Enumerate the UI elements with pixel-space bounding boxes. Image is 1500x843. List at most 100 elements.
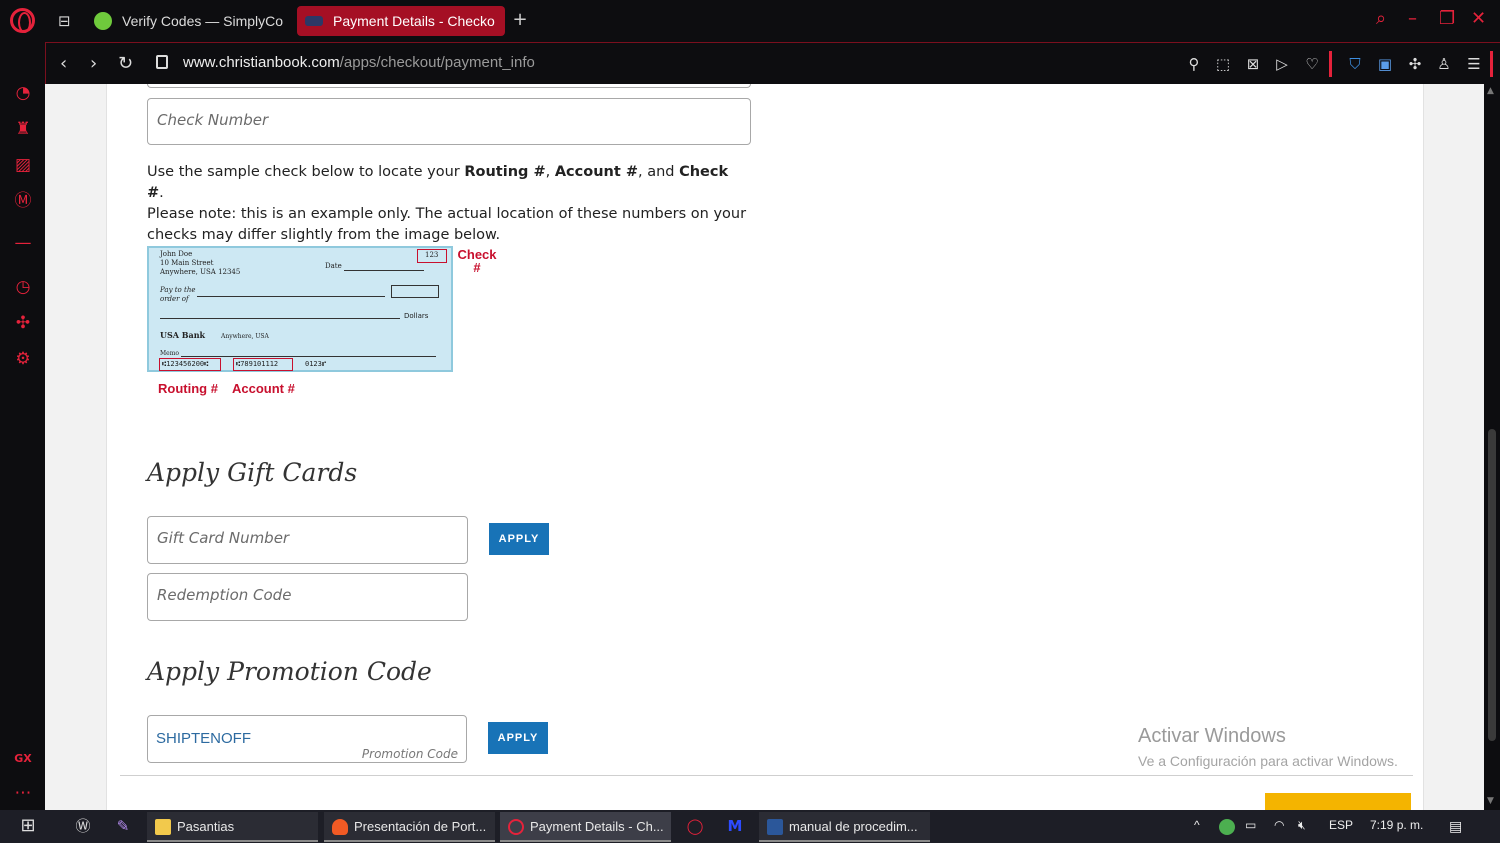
check-city: Anywhere, USA 12345: [160, 268, 241, 276]
taskbar-app-word[interactable]: manual de procedim...: [759, 812, 930, 842]
page-scrollbar[interactable]: ▲ ▼: [1484, 84, 1500, 810]
gift-card-placeholder: Gift Card Number: [157, 529, 290, 547]
url-domain: www.christianbook.com: [183, 54, 340, 71]
check-micr-digits: 0123⑈: [305, 360, 327, 368]
tab-label: Verify Codes — SimplyCo: [122, 13, 284, 29]
tray-expand-icon[interactable]: ^: [1194, 818, 1200, 832]
extensions-icon[interactable]: ✣: [12, 312, 34, 334]
gift-cards-heading: Apply Gift Cards: [147, 458, 358, 487]
restore-icon[interactable]: ❐: [1439, 8, 1455, 29]
wordpress-icon[interactable]: Ⓦ: [73, 816, 93, 836]
back-icon[interactable]: ‹: [60, 53, 67, 74]
page-viewport: Check Number Use the sample check below …: [45, 84, 1484, 810]
scrollbar-thumb[interactable]: [1488, 429, 1496, 741]
previous-field[interactable]: [147, 84, 751, 88]
simplycodes-favicon-icon: [94, 12, 112, 30]
profile-icon[interactable]: ♙: [1435, 55, 1453, 73]
check-date-label: Date: [325, 262, 342, 270]
snapshot-icon[interactable]: ⬚: [1214, 55, 1232, 73]
windows-taskbar: ⊞ Ⓦ ✎ Pasantias Presentación de Port... …: [0, 810, 1500, 843]
taskbar-app-pasantias[interactable]: Pasantias: [147, 812, 318, 842]
promotion-heading: Apply Promotion Code: [147, 657, 432, 686]
memo-line: [181, 356, 436, 357]
close-window-icon[interactable]: ✕: [1471, 8, 1486, 29]
christianbook-favicon-icon: [305, 16, 323, 26]
notifications-icon[interactable]: ▤: [1449, 818, 1462, 835]
wifi-icon[interactable]: ◠: [1274, 818, 1284, 832]
gx-control-icon[interactable]: ◔: [12, 82, 34, 104]
vpn-shield-icon[interactable]: ⛉: [1346, 55, 1364, 73]
tab-verify-codes[interactable]: Verify Codes — SimplyCo: [86, 6, 292, 36]
messenger-icon[interactable]: Ⓜ: [12, 190, 34, 212]
activate-windows-subtitle: Ve a Configuración para activar Windows.: [1138, 753, 1398, 769]
brave-icon: [332, 819, 348, 835]
check-hash-label: Check #: [457, 247, 497, 275]
reload-icon[interactable]: ↻: [118, 53, 133, 74]
amount-box: [391, 285, 439, 298]
gx-corner-icon[interactable]: ♜: [12, 118, 34, 140]
check-street: 10 Main Street: [160, 259, 214, 267]
history-icon[interactable]: ◷: [12, 276, 34, 298]
opera-gx-icon[interactable]: ◯: [685, 816, 705, 836]
opera-menu-icon[interactable]: [10, 8, 35, 33]
translate-icon[interactable]: ▣: [1376, 55, 1394, 73]
account-hash-label: Account #: [232, 381, 295, 396]
check-number-placeholder: Check Number: [157, 111, 269, 129]
tab-payment-details[interactable]: Payment Details - Checko: [297, 6, 505, 36]
settings-gear-icon[interactable]: ⚙: [12, 348, 34, 370]
redemption-code-input[interactable]: Redemption Code: [147, 573, 468, 621]
toolbar-edge: [1490, 51, 1493, 77]
mega-icon[interactable]: M: [725, 816, 745, 836]
check-number-input[interactable]: Check Number: [147, 98, 751, 145]
browser-sidebar: ◔ ♜ ▨ Ⓜ — ◷ ✣ ⚙ GX ⋯: [0, 42, 45, 810]
toolbar-separator: [1329, 51, 1332, 77]
forward-icon[interactable]: ›: [90, 53, 97, 74]
date-line: [344, 270, 424, 271]
bookmark-heart-icon[interactable]: ♡: [1303, 55, 1321, 73]
payee-line: [197, 296, 385, 297]
dollars-line: [160, 318, 400, 319]
more-options-icon[interactable]: ⋯: [12, 782, 34, 804]
url-field[interactable]: www.christianbook.com/apps/checkout/paym…: [183, 54, 535, 71]
sidebar-divider: —: [14, 233, 32, 253]
lock-icon[interactable]: [156, 55, 168, 69]
extensions-puzzle-icon[interactable]: ✣: [1406, 55, 1424, 73]
promotion-code-input[interactable]: SHIPTENOFF Promotion Code: [147, 715, 467, 763]
apply-gift-card-button[interactable]: APPLY: [489, 523, 549, 555]
battery-icon[interactable]: ▭: [1245, 818, 1256, 832]
pin-icon[interactable]: ⚲: [1185, 55, 1203, 73]
send-icon[interactable]: ▷: [1273, 55, 1291, 73]
block-ads-icon[interactable]: ⊠: [1244, 55, 1262, 73]
language-indicator[interactable]: ESP: [1329, 818, 1353, 832]
tab-label: Payment Details - Checko: [333, 13, 495, 29]
scroll-down-icon[interactable]: ▼: [1487, 796, 1494, 806]
start-icon[interactable]: ⊞: [18, 816, 38, 836]
promotion-code-value: SHIPTENOFF: [156, 730, 252, 747]
twitch-icon[interactable]: ▨: [12, 154, 34, 176]
gift-card-number-input[interactable]: Gift Card Number: [147, 516, 468, 564]
minimize-icon[interactable]: –: [1408, 8, 1417, 29]
check-memo-label: Memo: [160, 350, 179, 357]
activate-windows-title: Activar Windows: [1138, 725, 1286, 747]
taskbar-app-brave[interactable]: Presentación de Port...: [324, 812, 495, 842]
browser-tab-bar: ⊟ Verify Codes — SimplyCo Payment Detail…: [0, 0, 1500, 42]
chrome-tray-icon[interactable]: [1219, 819, 1235, 835]
sample-check-image: John Doe 10 Main Street Anywhere, USA 12…: [147, 246, 453, 372]
checkout-content: Check Number Use the sample check below …: [106, 84, 1424, 810]
volume-muted-icon[interactable]: 🔇︎: [1298, 818, 1306, 833]
check-dollars-label: Dollars: [404, 312, 429, 320]
check-bank-name: USA Bank: [160, 330, 206, 340]
feather-icon[interactable]: ✎: [113, 816, 133, 836]
taskbar-app-opera[interactable]: Payment Details - Ch...: [500, 812, 671, 842]
search-tabs-icon[interactable]: ⌕: [1376, 8, 1386, 29]
new-tab-button[interactable]: +: [510, 10, 530, 30]
check-number-digits: 123: [425, 251, 439, 259]
easy-setup-icon[interactable]: ☰: [1465, 55, 1483, 73]
clock[interactable]: 7:19 p. m.: [1370, 818, 1423, 832]
apply-promotion-button[interactable]: APPLY: [488, 722, 548, 754]
address-bar-row: ‹ › ↻ www.christianbook.com/apps/checkou…: [45, 42, 1500, 84]
scroll-up-icon[interactable]: ▲: [1487, 86, 1494, 96]
continue-button[interactable]: [1265, 793, 1411, 810]
promotion-code-label: Promotion Code: [361, 747, 458, 761]
tab-islands-icon[interactable]: ⊟: [58, 12, 71, 30]
